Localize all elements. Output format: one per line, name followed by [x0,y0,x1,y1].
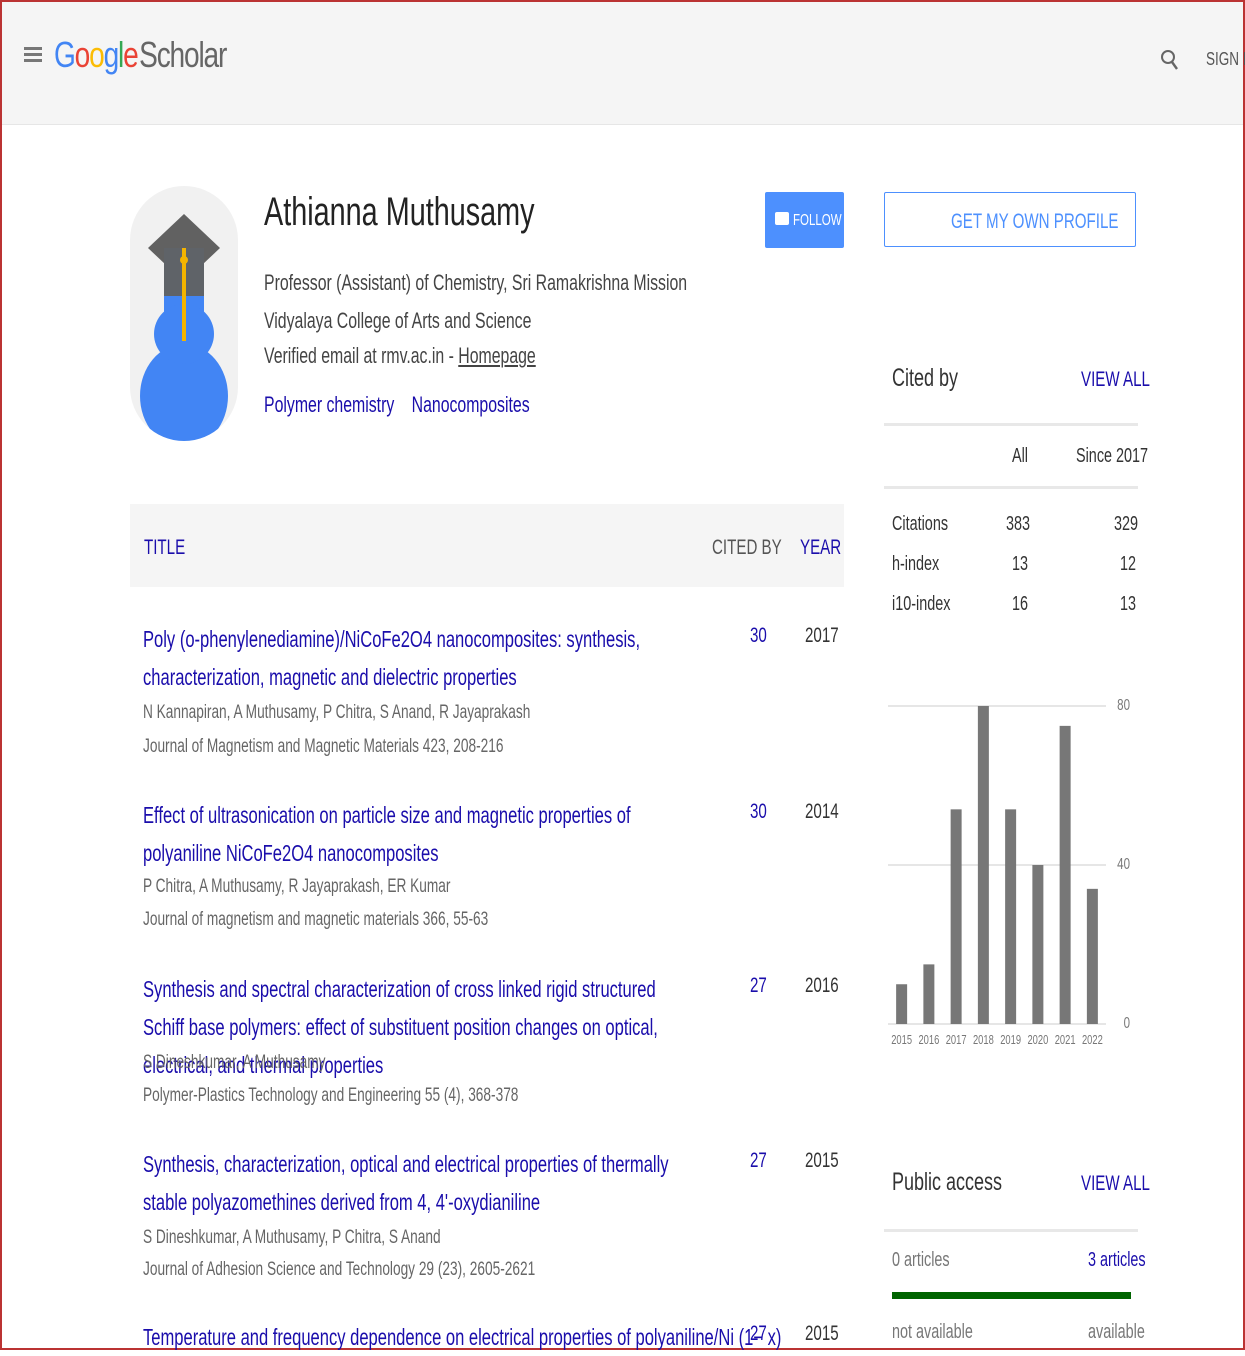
metric-all-value: 13 [1012,553,1029,575]
profile-affiliation: Professor (Assistant) of Chemistry, Sri … [264,270,688,333]
sign-in-link[interactable]: SIGN IN [1206,49,1245,70]
follow-label: FOLLOW [793,212,842,229]
chart-x-tick-label: 2018 [973,1034,994,1048]
metric-since-value: 329 [1114,513,1139,535]
chart-bar [923,964,935,1024]
public-access-heading: Public access [892,1168,1003,1196]
not-available-label: not available [892,1321,973,1343]
chart-bar [950,809,962,1024]
chart-x-tick-label: 2022 [1082,1034,1103,1048]
hamburger-menu-icon[interactable] [24,47,42,63]
cited-count-link[interactable]: 27 [750,1322,767,1346]
article-journal: Journal of Magnetism and Magnetic Materi… [143,736,504,757]
envelope-icon [775,212,789,225]
article-year: 2015 [805,1322,839,1345]
available-label: available [1088,1321,1145,1343]
article-year: 2016 [805,974,839,997]
article-title-link[interactable]: Synthesis, characterization, optical and… [143,1145,690,1221]
profile-email: Verified email at rmv.ac.in - Homepage [264,343,536,369]
chart-x-tick-label: 2021 [1055,1034,1076,1048]
col-header-since: Since 2017 [1076,445,1149,467]
interest-polymer-chemistry[interactable]: Polymer chemistry [264,392,394,417]
metric-since-value: 13 [1120,593,1137,615]
public-access-view-all-link[interactable]: VIEW ALL [1081,1172,1150,1196]
article-authors: P Chitra, A Muthusamy, R Jayaprakash, ER… [143,876,451,897]
article-journal: Journal of magnetism and magnetic materi… [143,909,489,930]
article-authors: N Kannapiran, A Muthusamy, P Chitra, S A… [143,702,531,723]
graduate-avatar-icon [140,214,228,441]
article-year: 2014 [805,800,839,823]
metric-label: Citations [892,513,949,535]
articles-table-header: TITLE CITED BY YEAR [130,504,844,587]
research-interests: Polymer chemistry Nanocomposites [264,392,543,418]
chart-bar [896,984,908,1024]
article-title-link[interactable]: Poly (o-phenylenediamine)/NiCoFe2O4 nano… [143,620,690,696]
get-profile-label: GET MY OWN PROFILE [951,210,1119,233]
homepage-link[interactable]: Homepage [458,343,536,368]
follow-button[interactable]: FOLLOW [765,192,844,248]
cited-count-link[interactable]: 30 [750,624,767,648]
chart-bar [1059,725,1071,1024]
interest-nanocomposites[interactable]: Nanocomposites [412,392,530,417]
chart-y-tick-label: 80 [1117,695,1130,713]
article-journal: Polymer-Plastics Technology and Engineer… [143,1085,519,1106]
chart-x-tick-label: 2017 [946,1034,967,1048]
divider [884,486,1138,489]
cited-count-link[interactable]: 27 [750,1149,767,1173]
chart-bar [1032,865,1044,1024]
article-title-link[interactable]: Effect of ultrasonication on particle si… [143,796,690,872]
metric-all-value: 383 [1006,513,1031,535]
cited-by-heading: Cited by [892,364,959,392]
chart-x-tick-label: 2016 [918,1034,939,1048]
profile-name: Athianna Muthusamy [264,190,535,234]
chart-y-tick-label: 0 [1124,1013,1131,1031]
article-authors: S Dineshkumar, A Muthusamy [143,1052,326,1073]
public-access-bar [892,1292,1131,1299]
chart-bar [977,706,989,1024]
metric-label: i10-index [892,593,951,615]
cited-by-view-all-link[interactable]: VIEW ALL [1081,368,1150,392]
chart-x-tick-label: 2015 [891,1034,912,1048]
article-year: 2015 [805,1149,839,1172]
cited-by-column-header[interactable]: CITED BY [712,536,782,560]
divider [884,423,1138,426]
avatar [130,186,238,441]
metric-since-value: 12 [1120,553,1137,575]
search-icon[interactable] [1160,48,1180,72]
title-column-header[interactable]: TITLE [144,536,185,560]
get-my-own-profile-button[interactable]: GET MY OWN PROFILE [884,192,1136,247]
citations-per-year-chart: 80 40 0 2015 2016 2017 2018 2019 2020 2021 2022 [888,695,1131,1048]
divider [884,1229,1138,1232]
cited-count-link[interactable]: 30 [750,800,767,824]
metric-all-value: 16 [1012,593,1029,615]
available-count-link[interactable]: 3 articles [1088,1249,1146,1272]
cited-count-link[interactable]: 27 [750,974,767,998]
chart-x-tick-label: 2020 [1027,1034,1048,1048]
article-year: 2017 [805,624,839,647]
google-scholar-logo[interactable]: GoogleScholar [54,34,227,76]
article-journal: Journal of Adhesion Science and Technolo… [143,1259,536,1280]
col-header-all: All [1012,445,1029,467]
article-authors: S Dineshkumar, A Muthusamy, P Chitra, S … [143,1227,441,1248]
year-column-header[interactable]: YEAR [800,536,841,560]
metric-label: h-index [892,553,940,575]
not-available-count: 0 articles [892,1249,950,1271]
chart-y-tick-label: 40 [1117,854,1130,872]
chart-bar [1005,809,1017,1024]
article-title-link[interactable]: Temperature and frequency dependence on … [143,1318,781,1356]
top-bar: GoogleScholar SIGN IN [2,2,1245,125]
chart-x-tick-label: 2019 [1000,1034,1021,1048]
chart-bar [1086,888,1098,1024]
verified-email-text: Verified email at rmv.ac.in - [264,343,459,368]
